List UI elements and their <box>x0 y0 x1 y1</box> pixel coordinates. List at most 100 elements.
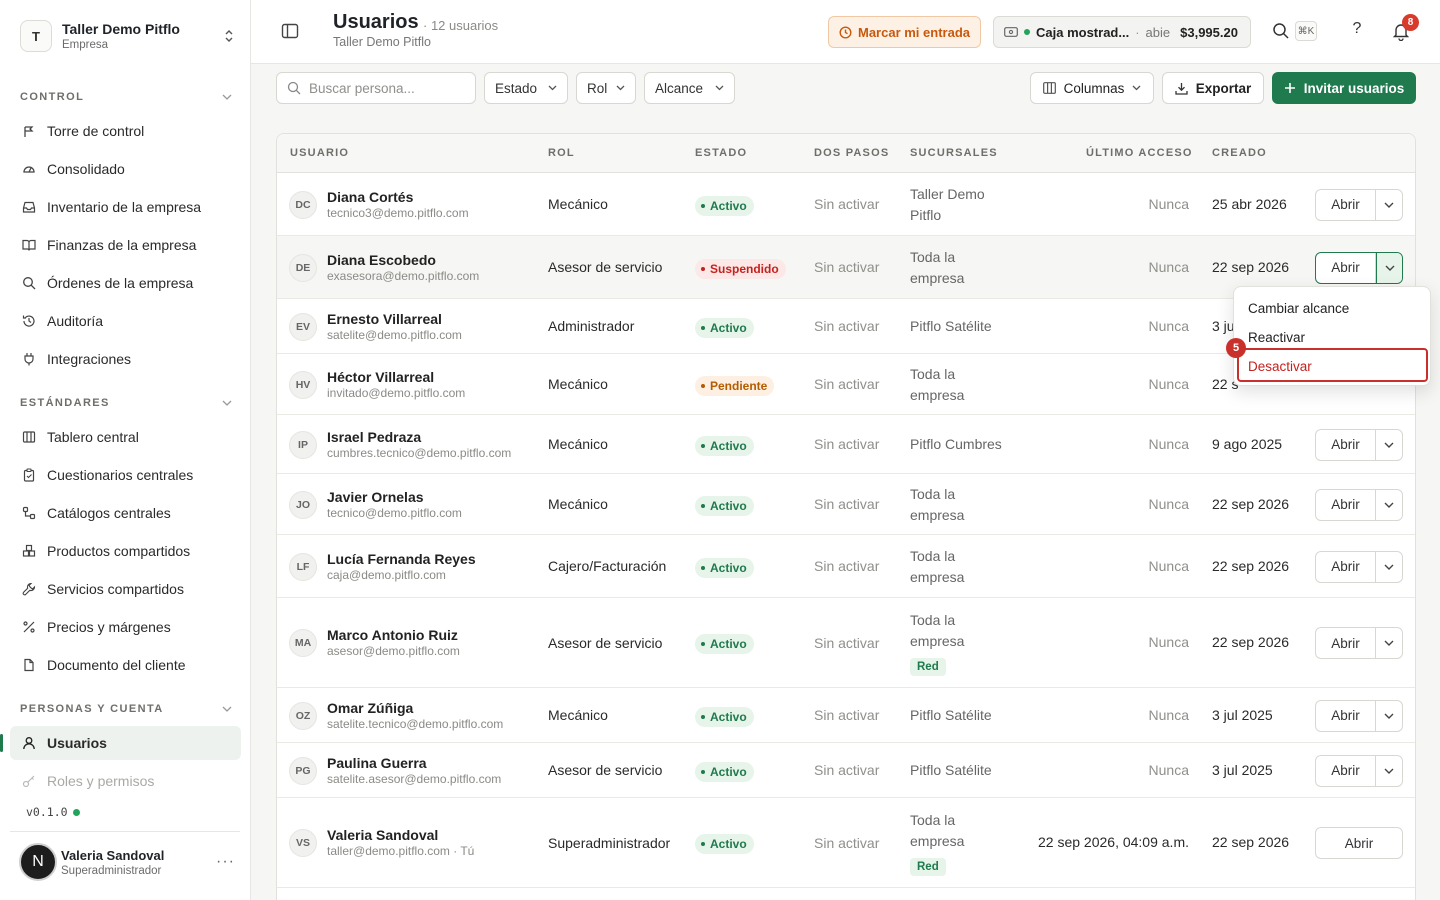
search-input[interactable] <box>309 80 469 96</box>
user-name[interactable]: Valeria Sandoval <box>327 827 474 844</box>
clock-in-button[interactable]: Marcar mi entrada <box>828 16 981 48</box>
book-open-icon <box>21 237 37 253</box>
sidebar-item-servicios[interactable]: Servicios compartidos <box>10 572 241 606</box>
open-user-button[interactable]: Abrir <box>1316 551 1376 582</box>
status-badge: Activo <box>695 317 754 338</box>
open-user-button[interactable]: Abrir <box>1316 755 1376 786</box>
status-dot <box>701 503 705 508</box>
open-user-button[interactable]: Abrir <box>1316 700 1376 731</box>
column-header-two-step[interactable]: DOS PASOS <box>814 147 889 159</box>
table-row[interactable]: LF Lucía Fernanda Reyes caja@demo.pitflo.c… <box>277 535 1415 598</box>
status-badge: Activo <box>695 634 754 654</box>
column-header-last-access[interactable]: ÚLTIMO ACCESO <box>1086 147 1193 159</box>
filter-role-button[interactable]: Rol <box>576 72 636 104</box>
sidebar-item-consolidado[interactable]: Consolidado <box>10 152 241 186</box>
cash-register-button[interactable]: Caja mostrad... · abie $3,995.20 <box>993 16 1251 48</box>
sidebar-item-finanzas[interactable]: Finanzas de la empresa <box>10 228 241 262</box>
column-header-branches[interactable]: SUCURSALES <box>910 147 998 159</box>
open-user-button[interactable]: Abrir <box>1316 429 1376 460</box>
chevron-down-icon <box>1384 640 1394 646</box>
user-name[interactable]: Paulina Guerra <box>327 755 501 772</box>
user-name[interactable]: Diana Escobedo <box>327 252 479 269</box>
search-input-wrapper[interactable] <box>276 72 476 104</box>
table-row[interactable]: IP Israel Pedraza cumbres.tecnico@demo.pit… <box>277 415 1415 474</box>
section-personas-header[interactable]: PERSONAS Y CUENTA <box>20 703 232 715</box>
table-row[interactable]: DC Diana Cortés tecnico3@demo.pitflo.com Me… <box>277 173 1415 236</box>
row-menu-toggle[interactable] <box>1376 756 1402 786</box>
sidebar-item-auditoria[interactable]: Auditoría <box>10 304 241 338</box>
org-switcher[interactable]: T Taller Demo Pitflo Empresa <box>20 18 236 54</box>
chevron-down-icon <box>1384 202 1394 208</box>
more-icon[interactable]: ··· <box>216 853 235 871</box>
table-row[interactable]: JO Javier Ornelas tecnico@demo.pitflo.com M… <box>277 474 1415 535</box>
sidebar-item-documento[interactable]: Documento del cliente <box>10 648 241 682</box>
invite-users-button[interactable]: Invitar usuarios <box>1272 72 1416 104</box>
user-name[interactable]: Diana Cortés <box>327 189 469 206</box>
chevron-down-icon <box>1132 85 1141 91</box>
sidebar-item-roles[interactable]: Roles y permisos <box>10 764 241 798</box>
menu-item-reactivate[interactable]: Reactivar <box>1248 330 1305 345</box>
filter-scope-button[interactable]: Alcance <box>644 72 735 104</box>
section-estandares-header[interactable]: ESTÁNDARES <box>20 397 232 409</box>
row-menu-toggle[interactable] <box>1376 430 1402 460</box>
avatar: N <box>19 843 57 881</box>
sidebar-item-productos[interactable]: Productos compartidos <box>10 534 241 568</box>
sidebar-item-inventario[interactable]: Inventario de la empresa <box>10 190 241 224</box>
user-cell: Ernesto Villarreal satelite@demo.pitflo.c… <box>327 311 462 343</box>
column-header-role[interactable]: ROL <box>548 147 575 159</box>
row-menu-toggle[interactable] <box>1376 628 1402 658</box>
user-name[interactable]: Lucía Fernanda Reyes <box>327 551 476 568</box>
user-name[interactable]: Marco Antonio Ruiz <box>327 627 460 644</box>
row-menu-toggle[interactable] <box>1376 552 1402 582</box>
user-initials: HV <box>289 370 317 399</box>
branch-cell: Toda la empresa Red <box>910 610 964 676</box>
user-cell: Lucía Fernanda Reyes caja@demo.pitflo.com <box>327 551 476 583</box>
row-menu-toggle[interactable] <box>1376 701 1402 731</box>
table-row[interactable]: MA Marco Antonio Ruiz asesor@demo.pitflo.c… <box>277 598 1415 688</box>
column-header-created[interactable]: CREADO <box>1212 147 1267 159</box>
sidebar-item-cuestionarios[interactable]: Cuestionarios centrales <box>10 458 241 492</box>
help-icon[interactable]: ? <box>1348 20 1366 42</box>
open-user-button[interactable]: Abrir <box>1315 827 1403 859</box>
user-name[interactable]: Israel Pedraza <box>327 429 511 446</box>
sidebar-item-integraciones[interactable]: Integraciones <box>10 342 241 376</box>
row-menu-toggle[interactable] <box>1376 190 1402 220</box>
open-user-button[interactable]: Abrir <box>1316 489 1376 520</box>
section-control-header[interactable]: CONTROL <box>20 91 232 103</box>
user-name[interactable]: Omar Zúñiga <box>327 700 503 717</box>
account-menu[interactable]: N Valeria Sandoval Superadministrador ··… <box>19 842 235 882</box>
sidebar-item-usuarios[interactable]: Usuarios <box>0 726 241 760</box>
table-row[interactable]: PG Paulina Guerra satelite.asesor@demo.pit… <box>277 743 1415 798</box>
user-name[interactable]: Héctor Villarreal <box>327 369 465 386</box>
branch-line: Toda la <box>910 547 956 564</box>
user-name[interactable]: Javier Ornelas <box>327 489 462 506</box>
account-name: Valeria Sandoval <box>61 847 165 863</box>
filter-status-button[interactable]: Estado <box>484 72 568 104</box>
columns-icon <box>21 429 37 445</box>
status-badge: Activo <box>695 495 754 516</box>
column-header-user[interactable]: USUARIO <box>290 147 349 159</box>
user-name[interactable]: Ernesto Villarreal <box>327 311 462 328</box>
row-menu-toggle[interactable] <box>1376 252 1402 283</box>
branch-line: Pitflo Satélite <box>910 707 992 723</box>
sidebar-item-tablero-central[interactable]: Tablero central <box>10 420 241 454</box>
open-user-button[interactable]: Abrir <box>1316 252 1376 283</box>
sidebar-item-ordenes[interactable]: Órdenes de la empresa <box>10 266 241 300</box>
export-button[interactable]: Exportar <box>1162 72 1264 104</box>
row-menu-toggle[interactable] <box>1376 490 1402 520</box>
chevron-down-icon <box>1384 564 1394 570</box>
top-bar: Usuarios · 12 usuarios Taller Demo Pitfl… <box>251 0 1440 64</box>
sidebar-item-torre-de-control[interactable]: Torre de control <box>10 114 241 148</box>
sidebar-item-catalogos[interactable]: Catálogos centrales <box>10 496 241 530</box>
sidebar-toggle-icon[interactable] <box>281 22 299 40</box>
open-user-button[interactable]: Abrir <box>1316 628 1376 658</box>
columns-button[interactable]: Columnas <box>1030 72 1154 104</box>
open-user-button[interactable]: Abrir <box>1316 189 1376 220</box>
column-header-status[interactable]: ESTADO <box>695 147 747 159</box>
sidebar-item-precios[interactable]: Precios y márgenes <box>10 610 241 644</box>
table-row[interactable]: VS Valeria Sandoval taller@demo.pitflo.com… <box>277 798 1415 888</box>
menu-item-change-scope[interactable]: Cambiar alcance <box>1248 301 1349 316</box>
user-initials: DC <box>289 190 317 219</box>
search-icon[interactable] <box>1272 22 1290 40</box>
table-row[interactable]: OZ Omar Zúñiga satelite.tecnico@demo.pitfl… <box>277 688 1415 743</box>
